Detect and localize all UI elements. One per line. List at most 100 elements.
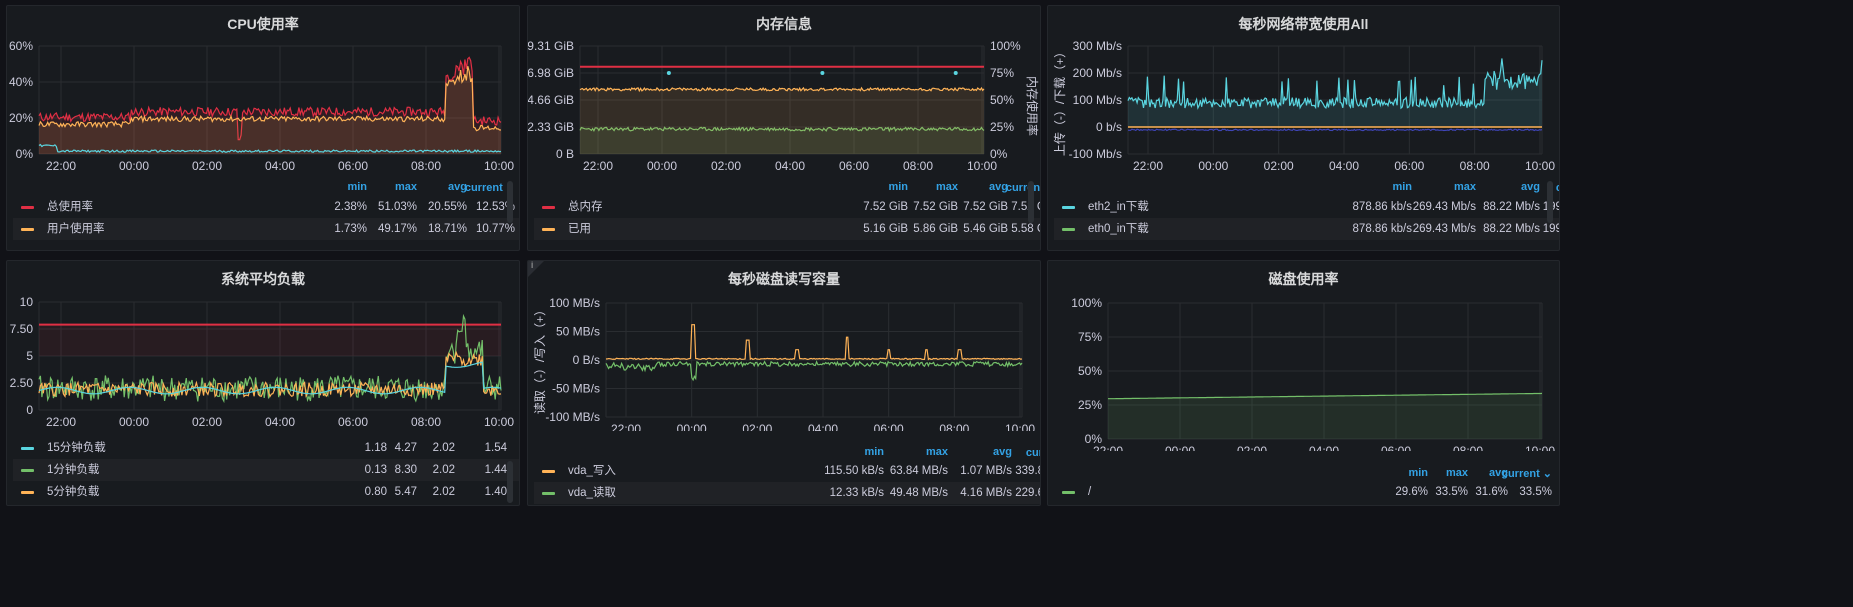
legend-header-0[interactable]: min — [1342, 181, 1412, 193]
x-tick-label: 22:00 — [1133, 159, 1163, 173]
y-tick-label: 2.50 — [10, 376, 34, 390]
legend-header-2[interactable]: avg — [942, 446, 1012, 458]
x-tick-label: 00:00 — [119, 159, 149, 173]
legend-swatch — [542, 470, 555, 473]
x-tick-label: 04:00 — [808, 422, 838, 431]
y2-tick-label: 50% — [990, 93, 1014, 107]
legend-swatch — [542, 206, 555, 209]
panel-system-load[interactable]: 系统平均负载 10 7.50 5 2.50 0 22:00 00:00 02:00 04:00 0… — [6, 260, 520, 506]
legend-value: 1.54 — [484, 442, 507, 454]
panel-memory-info[interactable]: 内存信息 9.31 GiB 6.98 GiB 4.66 GiB 2.33 GiB 0 B… — [527, 5, 1041, 251]
legend-value: 878.86 kb/s — [1352, 223, 1412, 235]
x-tick-label: 08:00 — [411, 415, 441, 429]
x-tick-label: 22:00 — [46, 159, 76, 173]
x-tick-label: 06:00 — [1394, 159, 1424, 173]
load-graph[interactable]: 10 7.50 5 2.50 0 22:00 00:00 02:00 04:00 06:00 08:… — [7, 261, 520, 431]
y-tick-label: 0 — [26, 403, 33, 417]
x-tick-label: 00:00 — [1165, 444, 1195, 451]
legend-row[interactable]: 15分钟负载 1.18 4.27 2.02 1.54 — [13, 437, 519, 459]
legend-swatch — [21, 469, 34, 472]
legend-scrollbar[interactable] — [1028, 181, 1034, 223]
legend-series-name: vda_写入 — [568, 465, 616, 477]
panel-cpu-usage[interactable]: CPU使用率 60% 40% 20% 0% 22:00 00:00 02:00 04:00 06… — [6, 5, 520, 251]
y-tick-label: 0 B — [556, 147, 574, 161]
legend-swatch — [1062, 206, 1075, 209]
x-tick-label: 10:00 — [484, 415, 514, 429]
legend-header-3[interactable]: current ⌄ — [1482, 467, 1552, 480]
legend-value: 115.50 kB/s — [824, 465, 884, 477]
legend-row[interactable]: 1分钟负载 0.13 8.30 2.02 1.44 — [13, 459, 519, 481]
y-tick-label: 75% — [1078, 330, 1102, 344]
legend-scrollbar[interactable] — [507, 181, 513, 223]
x-tick-label: 02:00 — [711, 159, 741, 173]
disk-io-graph[interactable]: 100 MB/s 50 MB/s 0 B/s -50 MB/s -100 MB/s 22:… — [528, 261, 1041, 431]
legend-header-1[interactable]: max — [1406, 181, 1476, 193]
legend-row[interactable]: 用户使用率 1.73% 49.17% 18.71% 10.77% — [13, 218, 519, 240]
x-tick-label: 06:00 — [338, 415, 368, 429]
x-tick-label: 08:00 — [903, 159, 933, 173]
cpu-usage-graph[interactable]: 60% 40% 20% 0% 22:00 00:00 02:00 04:00 06:00 08:0… — [7, 6, 520, 176]
legend-header-2[interactable]: avg — [1470, 181, 1540, 193]
legend-row[interactable]: vda_写入 115.50 kB/s 63.84 MB/s 1.07 MB/s 339.… — [534, 460, 1040, 482]
legend-value: 269.43 Mb/s — [1412, 223, 1476, 235]
legend-series-name: 已用 — [568, 223, 591, 235]
panel-disk-io[interactable]: i 每秒磁盘读写容量 100 MB/s 50 MB/s 0 B/s -50 MB/s -… — [527, 260, 1041, 506]
y-tick-label: -50 MB/s — [552, 382, 600, 396]
x-tick-label: 10:00 — [1525, 444, 1555, 451]
legend-header-3[interactable]: current ⌄ — [445, 181, 515, 194]
legend-value: 229.60 kB/s — [1015, 487, 1040, 499]
legend-row[interactable]: 总使用率 2.38% 51.03% 20.55% 12.53% — [13, 196, 519, 218]
legend-row[interactable]: eth2_in下载 878.86 kb/s 269.43 Mb/s 88.22 Mb/… — [1054, 196, 1559, 218]
x-tick-label: 02:00 — [1237, 444, 1267, 451]
y-tick-label: 6.98 GiB — [528, 66, 574, 80]
legend-series-name: vda_读取 — [568, 487, 616, 499]
eth2-in-line — [1127, 58, 1543, 110]
legend-series-name: 5分钟负载 — [47, 486, 100, 498]
legend-row[interactable]: 已用5.16 GiB5.86 GiB5.46 GiB5.58 GiB — [534, 218, 1040, 240]
y-tick-label: 0 B/s — [573, 353, 600, 367]
legend-scrollbar[interactable] — [507, 461, 513, 503]
legend-row[interactable]: 5分钟负载 0.80 5.47 2.02 1.40 — [13, 481, 519, 503]
legend-value: 1.07 MB/s — [960, 465, 1012, 477]
legend-swatch — [21, 491, 34, 494]
legend-row[interactable]: /29.6% 33.5% 31.6% 33.5% — [1054, 481, 1559, 503]
legend-value: 1.40 — [484, 486, 507, 498]
legend-row[interactable]: 总内存7.52 GiB7.52 GiB7.52 GiB7.52 GiB — [534, 196, 1040, 218]
panel-disk-usage[interactable]: 磁盘使用率 100% 75% 50% 25% 0% 22:00 00:00 02:00 04:0… — [1047, 260, 1560, 506]
x-tick-label: 10:00 — [484, 159, 514, 173]
memory-graph[interactable]: 9.31 GiB 6.98 GiB 4.66 GiB 2.33 GiB 0 B 100% 7… — [528, 6, 1041, 176]
y-tick-label: 0 b/s — [1096, 120, 1122, 134]
legend-header-3[interactable]: current ⌄ — [1006, 446, 1040, 459]
legend-series-name: 1分钟负载 — [47, 464, 100, 476]
legend-value: 49.48 MB/s — [889, 487, 948, 499]
usage-point — [666, 71, 671, 76]
root-usage-area — [1108, 393, 1542, 439]
threshold-band — [39, 323, 501, 356]
legend-value: 339.89 kB/s — [1015, 465, 1040, 477]
legend-row[interactable]: eth0_in下载 878.86 kb/s 269.43 Mb/s 88.22 Mb/… — [1054, 218, 1559, 240]
panel-network-bandwidth[interactable]: 每秒网络带宽使用All 300 Mb/s 200 Mb/s 100 Mb/s 0 b/… — [1047, 5, 1560, 251]
disk-usage-graph[interactable]: 100%75%50%25%0%22:00 00:00 02:00 04:00 06:00… — [1048, 261, 1560, 451]
legend-row[interactable]: vda_读取 12.33 kB/s 49.48 MB/s 4.16 MB/s229.6… — [534, 482, 1040, 504]
legend-scrollbar[interactable] — [1547, 181, 1553, 223]
legend-value: 12.53% — [475, 201, 515, 213]
legend-header-1[interactable]: max — [878, 446, 948, 458]
legend-series-name: eth2_in下载 — [1088, 201, 1149, 213]
x-tick-label: 00:00 — [1198, 159, 1228, 173]
y2-tick-label: 100% — [990, 39, 1021, 53]
y-tick-label: 2.33 GiB — [528, 120, 574, 134]
x-tick-label: 02:00 — [192, 159, 222, 173]
y2-axis-label: 内存使用率 — [1025, 76, 1040, 136]
x-tick-label: 04:00 — [775, 159, 805, 173]
legend-swatch — [542, 492, 555, 495]
network-graph[interactable]: 300 Mb/s 200 Mb/s 100 Mb/s 0 b/s -100 Mb/s 22… — [1048, 6, 1560, 176]
legend-header-0[interactable]: min — [814, 446, 884, 458]
legend-series-name: 用户使用率 — [47, 223, 105, 235]
x-tick-label: 02:00 — [1264, 159, 1294, 173]
used-area — [580, 87, 984, 154]
y-tick-label: 40% — [9, 75, 33, 89]
usage-point — [953, 71, 958, 76]
legend-swatch — [1062, 228, 1075, 231]
vda-write-line — [605, 324, 1023, 361]
x-tick-label: 06:00 — [874, 422, 904, 431]
